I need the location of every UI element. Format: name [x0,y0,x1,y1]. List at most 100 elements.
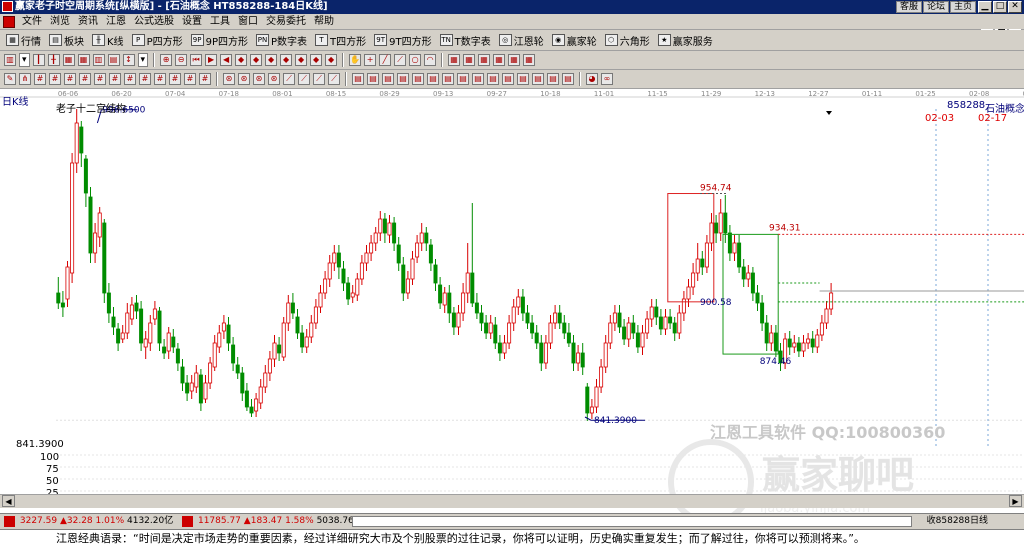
chart-icon[interactable]: ▤ [412,73,424,85]
circle-icon[interactable]: ○ [409,54,422,66]
horizontal-scrollbar[interactable]: ◀ ▶ [0,494,1024,508]
chart-icon[interactable]: ▤ [107,54,120,66]
tb-sectors-button[interactable]: ▤ 板块 [47,33,90,48]
crosshair-icon[interactable]: + [364,54,377,66]
chart-icon[interactable]: ▤ [382,73,394,85]
fan-icon[interactable]: ⟋ [283,73,295,85]
pencil-icon[interactable]: ✎ [4,73,16,85]
tb-gann-wheel-button[interactable]: ◎ 江恩轮 [497,33,550,48]
diamond-icon[interactable]: ◆ [310,54,323,66]
infinity-icon[interactable]: ∞ [601,73,613,85]
fan-icon[interactable]: ⟋ [313,73,325,85]
tb-quotes-button[interactable]: ▦ 行情 [4,33,47,48]
diamond-icon[interactable]: ◆ [250,54,263,66]
grid-icon[interactable]: # [79,73,91,85]
menu-trade[interactable]: 交易委托 [262,14,310,30]
cursor-icon[interactable]: ↕ [122,54,135,66]
fan-icon[interactable]: ⟋ [298,73,310,85]
next-icon[interactable]: ▶ [205,54,218,66]
target-icon[interactable]: ⊛ [253,73,265,85]
menu-help[interactable]: 帮助 [310,14,338,30]
table-icon[interactable]: ▦ [463,54,476,66]
menu-file[interactable]: 文件 [18,14,46,30]
grid-icon[interactable]: # [169,73,181,85]
bars-icon[interactable]: ╂ [47,54,60,66]
chart-icon[interactable]: ▤ [547,73,559,85]
grid-icon[interactable]: # [109,73,121,85]
tb-kline-button[interactable]: ╫ K线 [90,33,130,48]
chart-icon[interactable]: ▤ [427,73,439,85]
grid-icon[interactable]: # [184,73,196,85]
grid-icon[interactable]: # [154,73,166,85]
tb-hexagon-button[interactable]: ⬡ 六角形 [603,33,656,48]
layout-dropdown[interactable]: ▾ [19,53,30,67]
target-icon[interactable]: ⊛ [238,73,250,85]
status-scrollbar[interactable] [352,516,912,527]
arc-icon[interactable]: ◠ [424,54,437,66]
kline-chart[interactable]: 06-06 06-20 07-04 07-18 08-01 08-15 08-29 09-13… [0,89,1024,525]
grid-icon[interactable]: # [139,73,151,85]
table-icon[interactable]: ▦ [523,54,536,66]
chart-icon[interactable]: ▤ [442,73,454,85]
chart-icon[interactable]: ▤ [532,73,544,85]
tb-t-number-button[interactable]: TN T数字表 [438,33,497,48]
homepage-link[interactable]: 主页 [949,1,976,13]
diamond-icon[interactable]: ◆ [295,54,308,66]
diamond-icon[interactable]: ◆ [235,54,248,66]
grid-icon[interactable]: # [124,73,136,85]
tb-service-button[interactable]: ★ 赢家服务 [656,33,719,48]
grid-icon[interactable]: # [94,73,106,85]
target-icon[interactable]: ⊛ [223,73,235,85]
chart-icon[interactable]: ▤ [562,73,574,85]
menu-settings[interactable]: 设置 [178,14,206,30]
tb-t-square-button[interactable]: T T四方形 [313,33,372,48]
chart-icon[interactable]: ▤ [502,73,514,85]
chart-icon[interactable]: ▤ [457,73,469,85]
menu-formula[interactable]: 公式选股 [130,14,178,30]
chart-icon[interactable]: ▤ [397,73,409,85]
customer-service-link[interactable]: 客服 [895,1,922,13]
scroll-right-button[interactable]: ▶ [1009,495,1022,507]
tb-p-square-button[interactable]: P P四方形 [130,33,189,48]
diamond-icon[interactable]: ◆ [265,54,278,66]
table-icon[interactable]: ▦ [493,54,506,66]
chart-icon[interactable]: ▤ [487,73,499,85]
tb-winner-wheel-button[interactable]: ◉ 赢家轮 [550,33,603,48]
minimize-icon[interactable]: ▁ [978,1,992,13]
first-icon[interactable]: ⏮ [190,54,203,66]
grid-icon[interactable]: # [49,73,61,85]
chart-icon[interactable]: ▤ [472,73,484,85]
chart-icon[interactable]: ▤ [352,73,364,85]
fan-icon[interactable]: ⟋ [328,73,340,85]
close-icon[interactable]: ✕ [1008,1,1022,13]
grid-icon[interactable]: # [199,73,211,85]
bars-icon[interactable]: ┃ [32,54,45,66]
menu-window[interactable]: 窗口 [234,14,262,30]
tb-9p-square-button[interactable]: 9P 9P四方形 [189,33,254,48]
document-icon[interactable] [3,15,15,28]
tb-9t-square-button[interactable]: 9T 9T四方形 [372,33,437,48]
zoom-out-icon[interactable]: ⊖ [175,54,188,66]
table-icon[interactable]: ▦ [508,54,521,66]
grid-icon[interactable]: ▦ [77,54,90,66]
chart-icon[interactable]: ▥ [92,54,105,66]
layout-icon[interactable]: ▥ [4,54,16,66]
grid-icon[interactable]: # [64,73,76,85]
target-icon[interactable]: ⊛ [268,73,280,85]
line-icon[interactable]: ╱ [379,54,392,66]
fan-icon[interactable]: ⟋ [394,54,407,66]
hand-icon[interactable]: ✋ [349,54,362,66]
fork-icon[interactable]: ⋔ [19,73,31,85]
zoom-in-icon[interactable]: ⊕ [160,54,173,66]
menu-tools[interactable]: 工具 [206,14,234,30]
pie-icon[interactable]: ◕ [586,73,598,85]
menu-info[interactable]: 资讯 [74,14,102,30]
chart-icon[interactable]: ▤ [517,73,529,85]
scroll-left-button[interactable]: ◀ [2,495,15,507]
maximize-icon[interactable]: □ [993,1,1007,13]
table-icon[interactable]: ▦ [448,54,461,66]
prev-icon[interactable]: ◀ [220,54,233,66]
diamond-icon[interactable]: ◆ [325,54,338,66]
menu-browse[interactable]: 浏览 [46,14,74,30]
tb-p-number-button[interactable]: PN P数字表 [254,33,313,48]
